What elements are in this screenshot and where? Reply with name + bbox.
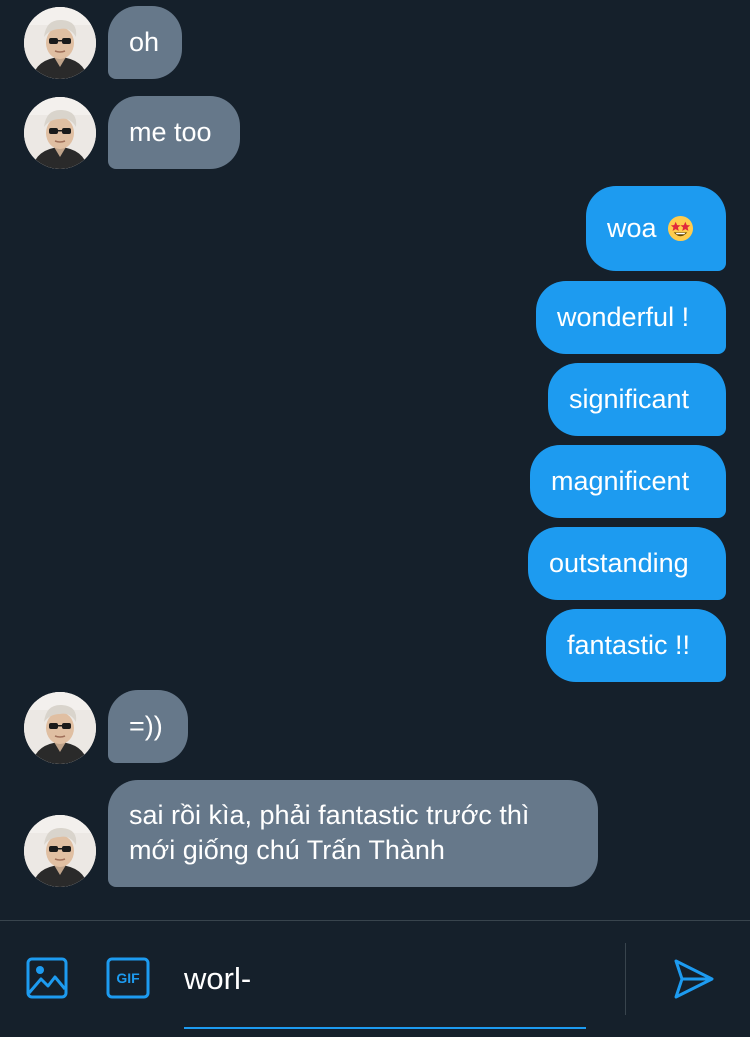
message-text: =)) xyxy=(129,711,163,741)
star-struck-emoji-icon xyxy=(667,215,694,242)
avatar[interactable] xyxy=(24,692,96,764)
incoming-message-bubble[interactable]: oh xyxy=(108,6,182,79)
message-text-line: sai rồi kìa, phải fantastic trước thì xyxy=(129,800,530,830)
gif-label: GIF xyxy=(116,970,140,986)
outgoing-message-bubble[interactable]: magnificent xyxy=(530,445,726,518)
send-icon[interactable] xyxy=(672,957,716,1006)
message-text: wonderful ! xyxy=(557,302,690,332)
divider xyxy=(625,943,626,1015)
message-input-value: worl- xyxy=(184,961,252,996)
message-text: significant xyxy=(569,384,690,414)
outgoing-message-bubble[interactable]: outstanding xyxy=(528,527,726,600)
message-input[interactable]: worl- xyxy=(184,959,586,1029)
avatar[interactable] xyxy=(24,7,96,79)
message-composer: GIF worl- xyxy=(0,920,750,1037)
message-text-line: mới giống chú Trấn Thành xyxy=(129,835,445,865)
outgoing-message-bubble[interactable]: woa xyxy=(586,186,726,271)
message-text: magnificent xyxy=(551,466,690,496)
incoming-message-bubble[interactable]: me too xyxy=(108,96,240,169)
message-text: oh xyxy=(129,27,160,57)
image-icon[interactable] xyxy=(26,957,68,1004)
message-text: fantastic !! xyxy=(567,630,691,660)
message-text: me too xyxy=(129,117,212,147)
outgoing-message-bubble[interactable]: significant xyxy=(548,363,726,436)
avatar[interactable] xyxy=(24,815,96,887)
incoming-message-bubble[interactable]: =)) xyxy=(108,690,188,763)
outgoing-message-bubble[interactable]: fantastic !! xyxy=(546,609,726,682)
gif-icon[interactable]: GIF xyxy=(106,957,150,1004)
message-text: outstanding xyxy=(549,548,689,578)
incoming-message-bubble[interactable]: sai rồi kìa, phải fantastic trước thì mớ… xyxy=(108,780,598,887)
message-text: woa xyxy=(607,213,657,243)
outgoing-message-bubble[interactable]: wonderful ! xyxy=(536,281,726,354)
avatar[interactable] xyxy=(24,97,96,169)
